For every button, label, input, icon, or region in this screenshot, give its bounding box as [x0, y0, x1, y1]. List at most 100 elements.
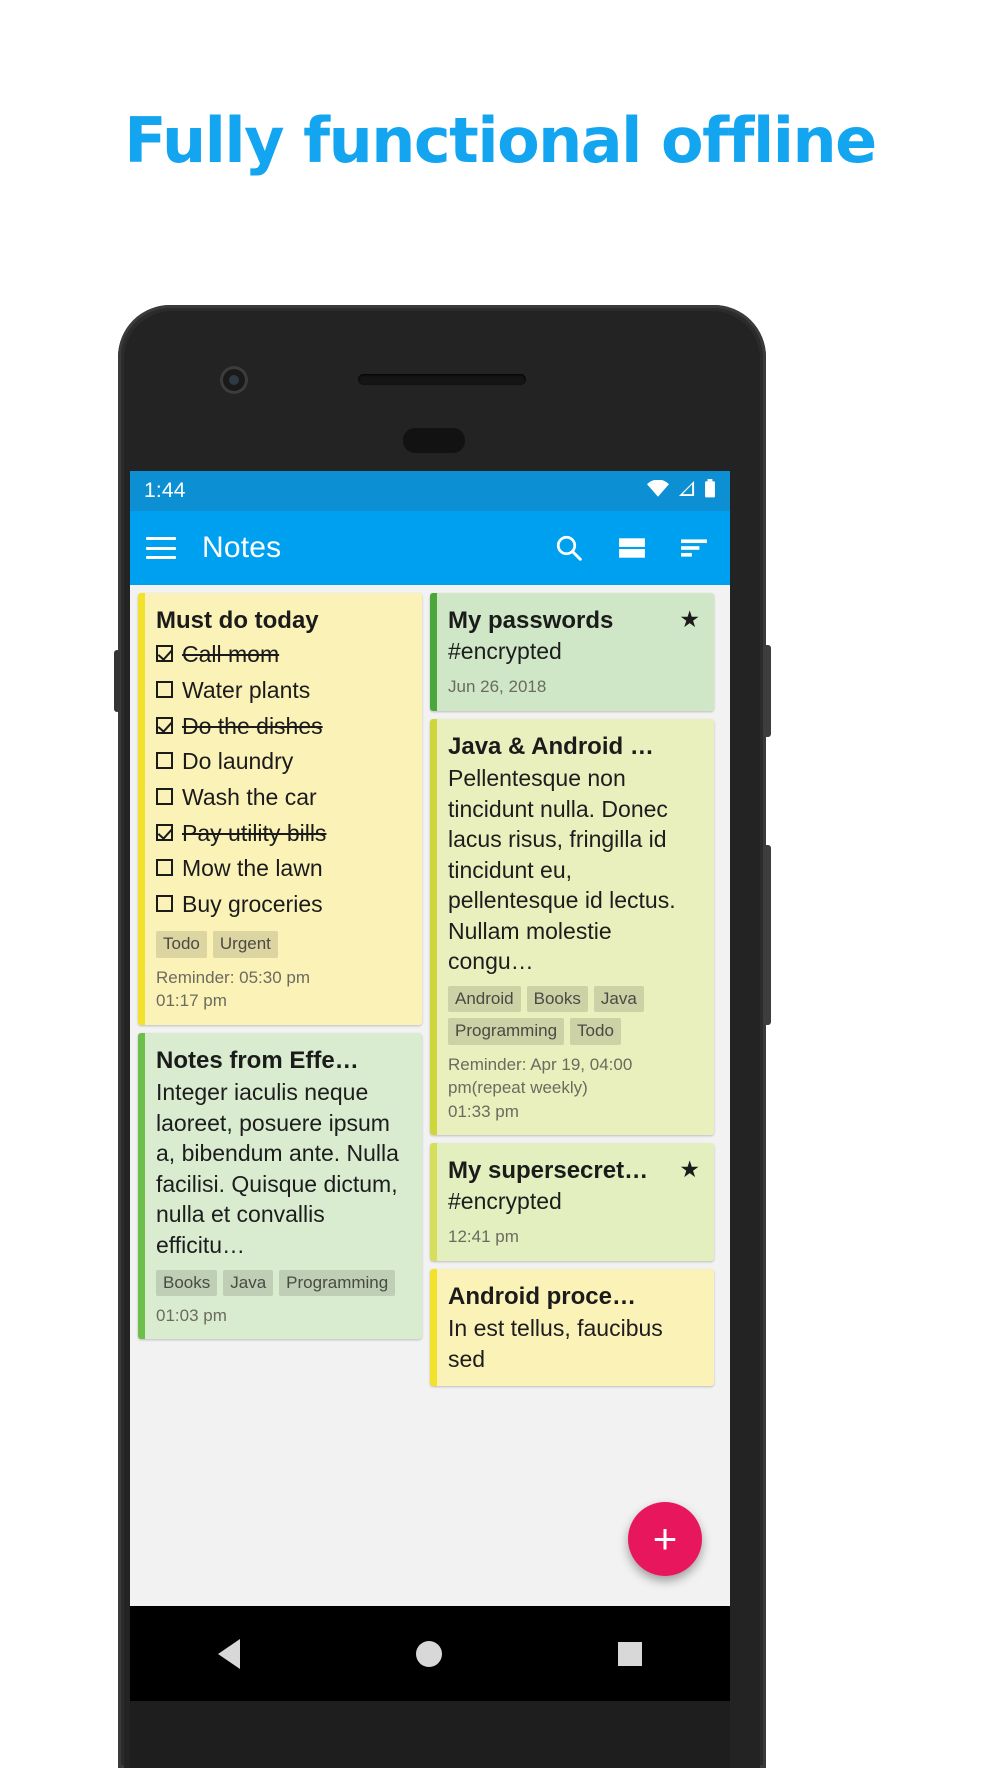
phone-screen: 1:44 Notes Must do today Call mom Water …	[130, 471, 730, 1606]
note-tags: Todo Urgent	[156, 931, 408, 958]
checkbox-checked-icon[interactable]	[156, 716, 173, 734]
status-bar-clock: 1:44	[144, 479, 186, 502]
checklist-item-label: Do the dishes	[182, 712, 323, 739]
checkbox-unchecked-icon[interactable]	[156, 752, 173, 770]
note-timestamp: 01:17 pm	[156, 991, 227, 1011]
note-header: My supersecret… ★	[448, 1156, 700, 1187]
note-accent-bar	[430, 718, 437, 1136]
star-icon[interactable]: ★	[679, 1156, 700, 1182]
tag-chip[interactable]: Java	[593, 986, 644, 1013]
tag-chip[interactable]: Todo	[570, 1018, 621, 1045]
screenshot-root: Fully functional offline 1:44 Notes Must…	[0, 0, 1000, 1768]
note-title: My supersecret…	[448, 1157, 649, 1185]
phone-body: 1:44 Notes Must do today Call mom Water …	[124, 311, 760, 1768]
hamburger-menu-icon[interactable]	[146, 537, 176, 559]
note-accent-bar	[430, 1143, 437, 1261]
checklist-item-label: Buy groceries	[182, 890, 323, 917]
note-accent-bar	[430, 1268, 437, 1387]
tag-chip[interactable]: Books	[526, 986, 588, 1013]
status-bar: 1:44	[130, 471, 730, 511]
recents-icon[interactable]	[618, 1641, 642, 1666]
notes-grid[interactable]: Must do today Call mom Water plants Do t…	[130, 585, 730, 1606]
android-navigation-bar	[130, 1606, 730, 1701]
checkbox-unchecked-icon[interactable]	[156, 680, 173, 698]
note-card[interactable]: Android proce… In est tellus, faucibus s…	[430, 1268, 714, 1387]
sensor-housing	[403, 428, 465, 453]
checklist-item-label: Wash the car	[182, 783, 317, 810]
note-accent-bar	[430, 593, 437, 711]
tag-chip[interactable]: Android	[448, 986, 521, 1013]
note-accent-bar	[138, 593, 145, 1025]
checklist-item[interactable]: Do the dishes	[156, 709, 408, 745]
note-tags: Books Java Programming	[156, 1269, 408, 1296]
signal-icon	[677, 480, 696, 502]
checklist-item[interactable]: Buy groceries	[156, 887, 408, 923]
checklist-item-label: Do laundry	[182, 748, 294, 775]
phone-power-button	[763, 645, 771, 737]
status-bar-icons	[647, 479, 716, 503]
phone-mockup: 1:44 Notes Must do today Call mom Water …	[114, 305, 771, 1768]
home-icon[interactable]	[416, 1640, 442, 1667]
note-card[interactable]: Notes from Effe… Integer iaculis neque l…	[138, 1032, 422, 1340]
battery-icon	[704, 479, 716, 503]
notes-column-left: Must do today Call mom Water plants Do t…	[138, 593, 422, 1606]
phone-volume-button	[763, 845, 771, 1025]
sort-icon[interactable]	[680, 536, 708, 560]
tag-chip[interactable]: Todo	[156, 931, 207, 958]
note-tags: Android Books Java Programming Todo	[448, 986, 700, 1045]
star-icon[interactable]: ★	[679, 606, 700, 632]
toolbar-title: Notes	[202, 531, 282, 564]
note-card[interactable]: My supersecret… ★ #encrypted 12:41 pm	[430, 1143, 714, 1261]
checkbox-unchecked-icon[interactable]	[156, 859, 173, 877]
checklist-item[interactable]: Wash the car	[156, 780, 408, 816]
back-icon[interactable]	[218, 1638, 240, 1669]
checklist-item[interactable]: Mow the lawn	[156, 851, 408, 887]
tag-chip[interactable]: Java	[223, 1269, 274, 1296]
note-card[interactable]: Java & Android … Pellentesque non tincid…	[430, 718, 714, 1136]
note-body: Pellentesque non tincidunt nulla. Donec …	[448, 764, 676, 975]
checklist-item-label: Mow the lawn	[182, 855, 323, 882]
note-date: 12:41 pm	[448, 1227, 519, 1247]
wifi-icon	[647, 479, 669, 502]
checkbox-checked-icon[interactable]	[156, 823, 173, 841]
app-toolbar: Notes	[130, 511, 730, 585]
note-card[interactable]: Must do today Call mom Water plants Do t…	[138, 593, 422, 1025]
checkbox-unchecked-icon[interactable]	[156, 787, 173, 805]
search-icon[interactable]	[554, 533, 584, 563]
front-camera-icon	[220, 366, 248, 394]
checklist-item-label: Pay utility bills	[182, 819, 327, 846]
add-note-button[interactable]: +	[628, 1502, 702, 1576]
note-timestamp: 01:03 pm	[156, 1305, 227, 1325]
note-card[interactable]: My passwords ★ #encrypted Jun 26, 2018	[430, 593, 714, 711]
page-title: Fully functional offline	[124, 104, 877, 177]
checklist-item[interactable]: Do laundry	[156, 744, 408, 780]
note-title: My passwords	[448, 607, 614, 634]
toolbar-actions	[554, 533, 708, 563]
note-body: In est tellus, faucibus sed	[448, 1315, 663, 1372]
tag-chip[interactable]: Programming	[279, 1269, 396, 1296]
note-body: Integer iaculis neque laoreet, posuere i…	[156, 1079, 399, 1258]
notes-column-right: My passwords ★ #encrypted Jun 26, 2018 J…	[430, 593, 714, 1606]
note-date: Jun 26, 2018	[448, 677, 547, 697]
tag-chip[interactable]: Books	[156, 1269, 218, 1296]
tag-chip[interactable]: Urgent	[212, 931, 278, 958]
note-title: Notes from Effe…	[156, 1046, 359, 1074]
checklist-item[interactable]: Pay utility bills	[156, 816, 408, 852]
tag-chip[interactable]: Programming	[448, 1018, 565, 1045]
note-title: Must do today	[156, 607, 319, 634]
list-layout-icon[interactable]	[618, 536, 646, 560]
earpiece-speaker	[358, 374, 526, 385]
note-reminder: Reminder: 05:30 pm	[156, 967, 311, 987]
note-header: My passwords ★	[448, 606, 700, 637]
note-body: #encrypted	[448, 638, 562, 665]
note-reminder: Reminder: Apr 19, 04:00 pm(repeat weekly…	[448, 1054, 633, 1098]
checklist-item-label: Call mom	[182, 641, 280, 668]
checklist-item[interactable]: Water plants	[156, 673, 408, 709]
phone-left-button	[114, 650, 120, 712]
checklist-item-label: Water plants	[182, 676, 311, 703]
note-timestamp: 01:33 pm	[448, 1101, 519, 1121]
note-title: Android proce…	[448, 1282, 637, 1310]
checklist-item[interactable]: Call mom	[156, 637, 408, 673]
checkbox-unchecked-icon[interactable]	[156, 894, 173, 912]
checkbox-checked-icon[interactable]	[156, 645, 173, 663]
